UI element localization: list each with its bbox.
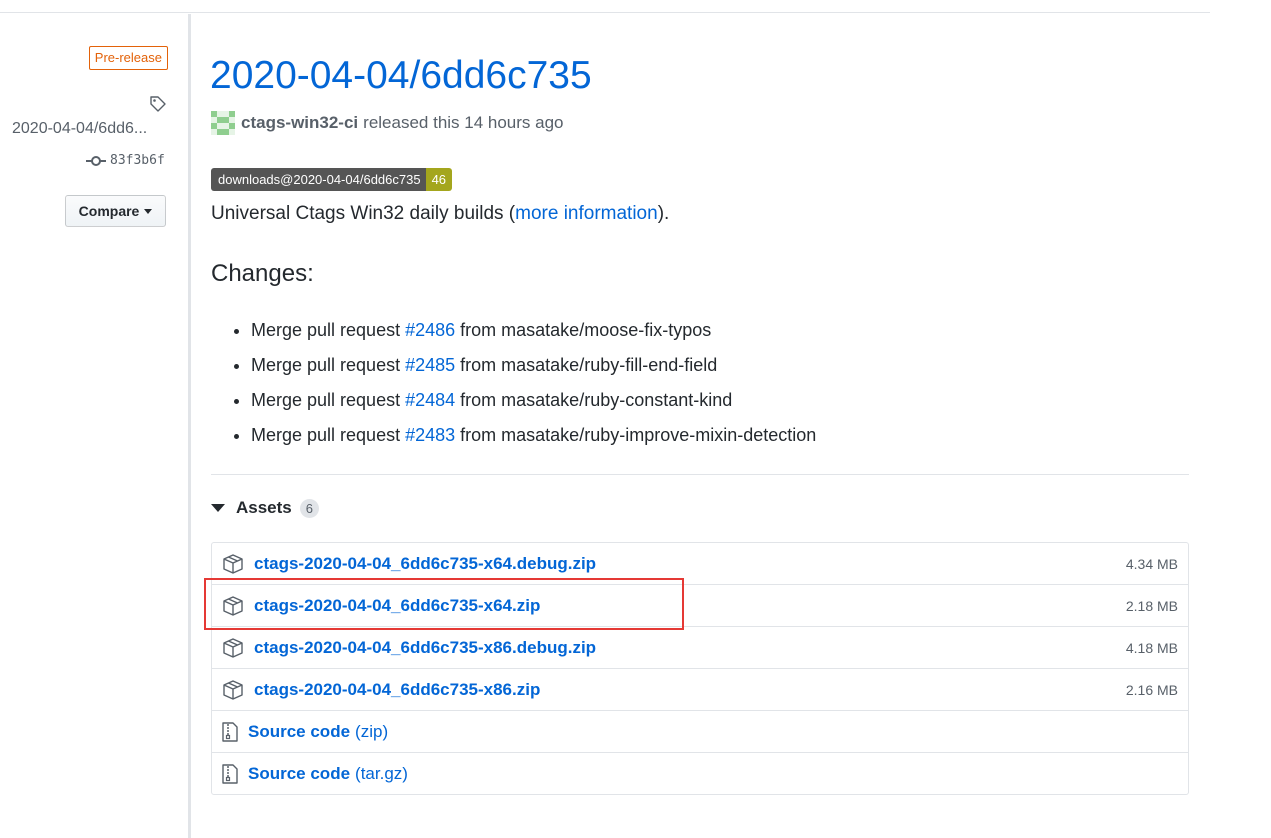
assets-heading: Assets [236, 498, 292, 517]
change-text: Merge pull request [251, 320, 406, 340]
source-code-label: Source code [248, 721, 351, 741]
source-zip-suffix: (zip) [355, 721, 389, 741]
pull-request-link[interactable]: #2485 [405, 355, 455, 375]
compare-label: Compare [78, 203, 140, 219]
assets-count: 6 [299, 498, 319, 518]
source-code-label: Source code [248, 763, 351, 783]
description-suffix: ). [657, 203, 670, 224]
change-branch: from masatake/moose-fix-typos [455, 320, 712, 340]
list-item: Merge pull request #2484 from masatake/r… [251, 383, 816, 418]
triangle-down-icon [211, 504, 225, 512]
git-commit-icon [86, 155, 106, 166]
source-code-targz-link[interactable]: Source code [248, 764, 350, 784]
source-code-zip-link[interactable]: Source code [248, 722, 350, 742]
release-description: Universal Ctags Win32 daily builds (more… [211, 203, 669, 225]
release-byline: ctags-win32-ci released this 14 hours ag… [211, 111, 564, 135]
prerelease-label: Pre-release [88, 46, 168, 70]
asset-row: Source code (tar.gz) [212, 752, 1188, 794]
changes-heading: Changes: [211, 260, 314, 287]
change-branch: from masatake/ruby-improve-mixin-detecti… [455, 425, 817, 445]
change-text: Merge pull request [251, 425, 406, 445]
released-text: released this 14 hours ago [363, 113, 564, 132]
release-title[interactable]: 2020-04-04/6dd6c735 [210, 50, 592, 102]
commit-sha: 83f3b6f [110, 153, 165, 168]
change-branch: from masatake/ruby-constant-kind [455, 390, 733, 410]
asset-size: 2.16 MB [1125, 681, 1178, 698]
change-branch: from masatake/ruby-fill-end-field [455, 355, 718, 375]
pull-request-link[interactable]: #2486 [405, 320, 455, 340]
compare-button[interactable]: Compare [65, 195, 166, 227]
asset-link[interactable]: ctags-2020-04-04_6dd6c735-x86.zip [254, 680, 540, 700]
asset-link[interactable]: ctags-2020-04-04_6dd6c735-x64.debug.zip [254, 554, 596, 574]
author-link[interactable]: ctags-win32-ci [241, 113, 358, 133]
asset-row: ctags-2020-04-04_6dd6c735-x86.zip 2.16 M… [212, 668, 1188, 710]
change-text: Merge pull request [251, 355, 406, 375]
list-item: Merge pull request #2485 from masatake/r… [251, 348, 816, 383]
downloads-badge[interactable]: downloads@2020-04-04/6dd6c735 46 [211, 168, 453, 191]
top-divider [0, 12, 1210, 13]
highlight-box [204, 578, 684, 630]
source-targz-suffix: (tar.gz) [355, 763, 408, 783]
timeline-line [188, 14, 191, 838]
asset-row: ctags-2020-04-04_6dd6c735-x86.debug.zip … [212, 626, 1188, 668]
description-prefix: Universal Ctags Win32 daily builds ( [211, 203, 516, 224]
package-icon [223, 679, 243, 700]
asset-row: Source code (zip) [212, 710, 1188, 752]
assets-toggle[interactable]: Assets 6 [211, 498, 319, 518]
package-icon [223, 553, 243, 574]
asset-size: 4.18 MB [1125, 639, 1178, 656]
list-item: Merge pull request #2486 from masatake/m… [251, 313, 816, 348]
more-information-link[interactable]: more information [515, 203, 658, 224]
caret-down-icon [144, 208, 153, 214]
changes-list: Merge pull request #2486 from masatake/m… [211, 313, 816, 453]
asset-size: 2.18 MB [1125, 597, 1178, 614]
pull-request-link[interactable]: #2484 [405, 390, 455, 410]
asset-size: 4.34 MB [1125, 555, 1178, 572]
badge-label: downloads@2020-04-04/6dd6c735 [211, 168, 426, 191]
tag-icon [150, 96, 166, 112]
pull-request-link[interactable]: #2483 [405, 425, 455, 445]
change-text: Merge pull request [251, 390, 406, 410]
package-icon [223, 637, 243, 658]
file-zip-icon [222, 763, 238, 784]
list-item: Merge pull request #2483 from masatake/r… [251, 418, 816, 453]
section-divider [211, 474, 1189, 475]
tag-name-link[interactable]: 2020-04-04/6dd6... [12, 120, 167, 138]
commit-link[interactable]: 83f3b6f [86, 153, 165, 168]
badge-count: 46 [425, 168, 453, 191]
asset-link[interactable]: ctags-2020-04-04_6dd6c735-x86.debug.zip [254, 638, 596, 658]
file-zip-icon [222, 721, 238, 742]
avatar[interactable] [211, 111, 235, 135]
